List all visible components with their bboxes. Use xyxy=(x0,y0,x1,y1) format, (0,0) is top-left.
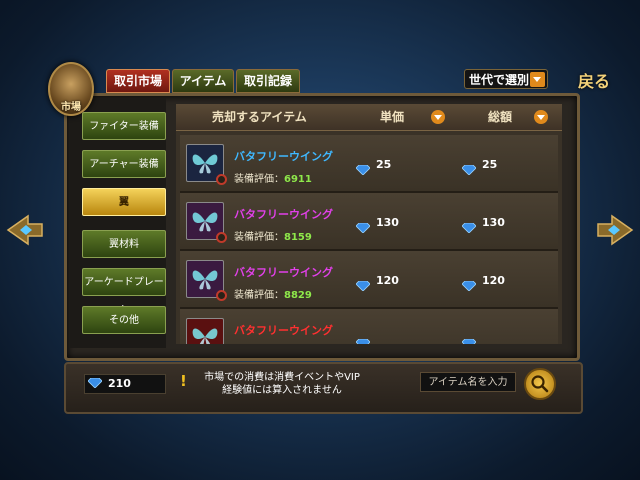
item-evaluation: 装備評価：8159 xyxy=(234,228,312,243)
evaluation-label: 装備評価： xyxy=(234,290,284,301)
gem-icon xyxy=(88,378,102,388)
prev-arrow-button[interactable] xyxy=(6,212,44,248)
evaluation-value: 8159 xyxy=(284,232,312,243)
total-price: 25 xyxy=(482,158,498,171)
tab-trade-history[interactable]: 取引記録 xyxy=(236,69,300,93)
header-unit-price: 単価 xyxy=(380,110,405,124)
gem-icon xyxy=(355,276,371,295)
untradable-icon xyxy=(216,290,227,301)
market-notice: 市場での消費は消費イベントやVIP経験値には算入されません xyxy=(204,372,360,396)
category-fighter-equipment[interactable]: ファイター装備 xyxy=(82,112,166,140)
warning-icon: ! xyxy=(180,372,187,390)
table-row[interactable]: バタフリーウイング 装備評価：6911 25 25 xyxy=(180,135,558,193)
category-arcade-plate[interactable]: アーケードプレート xyxy=(82,268,166,316)
emblem-label: 市場 xyxy=(61,102,81,113)
tab-trade-market[interactable]: 取引市場 xyxy=(106,69,170,93)
unit-price: 25 xyxy=(376,158,392,171)
category-wings[interactable]: 翼 xyxy=(82,188,166,216)
gem-icon xyxy=(355,160,371,179)
item-icon xyxy=(186,318,224,344)
category-wing-materials[interactable]: 翼材料 xyxy=(82,230,166,258)
next-arrow-button[interactable] xyxy=(596,212,634,248)
gem-icon xyxy=(461,218,477,237)
unit-price: 130 xyxy=(376,216,399,229)
item-name: バタフリーウイング xyxy=(234,266,333,279)
sort-unit-price-icon[interactable] xyxy=(431,110,445,124)
untradable-icon xyxy=(216,174,227,185)
table-row[interactable]: バタフリーウイング 装備評価：8159 130 130 xyxy=(180,193,558,251)
balance-value: 210 xyxy=(108,377,131,390)
generation-filter-select[interactable]: 世代で選別 xyxy=(464,69,548,89)
back-button[interactable]: 戻る xyxy=(578,68,610,92)
chevron-down-icon xyxy=(530,72,545,87)
gem-icon xyxy=(355,218,371,237)
listing-rows: バタフリーウイング 装備評価：6911 25 25 バタフリーウイング 装備評価：8159… xyxy=(176,131,562,344)
item-name: バタフリーウイング xyxy=(234,324,333,337)
header-item: 売却するアイテム xyxy=(212,110,307,124)
total-price: 130 xyxy=(482,216,505,229)
header-total: 総額 xyxy=(488,110,513,124)
table-row[interactable]: バタフリーウイング装備評価： xyxy=(180,309,558,344)
item-icon xyxy=(186,260,227,301)
evaluation-label: 装備評価： xyxy=(234,174,284,185)
item-evaluation: 装備評価：8829 xyxy=(234,286,312,301)
table-row[interactable]: バタフリーウイング 装備評価：8829 120 120 xyxy=(180,251,558,309)
category-other[interactable]: その他 xyxy=(82,306,166,334)
gem-icon xyxy=(461,160,477,179)
unit-price: 120 xyxy=(376,274,399,287)
gem-icon xyxy=(461,334,477,344)
item-name: バタフリーウイング xyxy=(234,150,333,163)
gem-icon xyxy=(461,276,477,295)
total-price: 120 xyxy=(482,274,505,287)
item-name: バタフリーウイング xyxy=(234,208,333,221)
item-icon xyxy=(186,144,227,185)
untradable-icon xyxy=(216,232,227,243)
search-button[interactable] xyxy=(524,368,556,400)
evaluation-value: 6911 xyxy=(284,174,312,185)
gem-icon xyxy=(355,334,371,344)
item-icon xyxy=(186,202,227,243)
item-search-input[interactable]: アイテム名を入力 xyxy=(420,372,516,392)
sort-total-icon[interactable] xyxy=(534,110,548,124)
tab-items[interactable]: アイテム xyxy=(172,69,234,93)
search-icon xyxy=(531,375,549,393)
category-archer-equipment[interactable]: アーチャー装備 xyxy=(82,150,166,178)
butterfly-wing-icon xyxy=(192,328,218,344)
evaluation-value: 8829 xyxy=(284,290,312,301)
evaluation-label: 装備評価： xyxy=(234,232,284,243)
item-evaluation: 装備評価：6911 xyxy=(234,170,312,185)
generation-filter-label: 世代で選別 xyxy=(469,73,530,87)
